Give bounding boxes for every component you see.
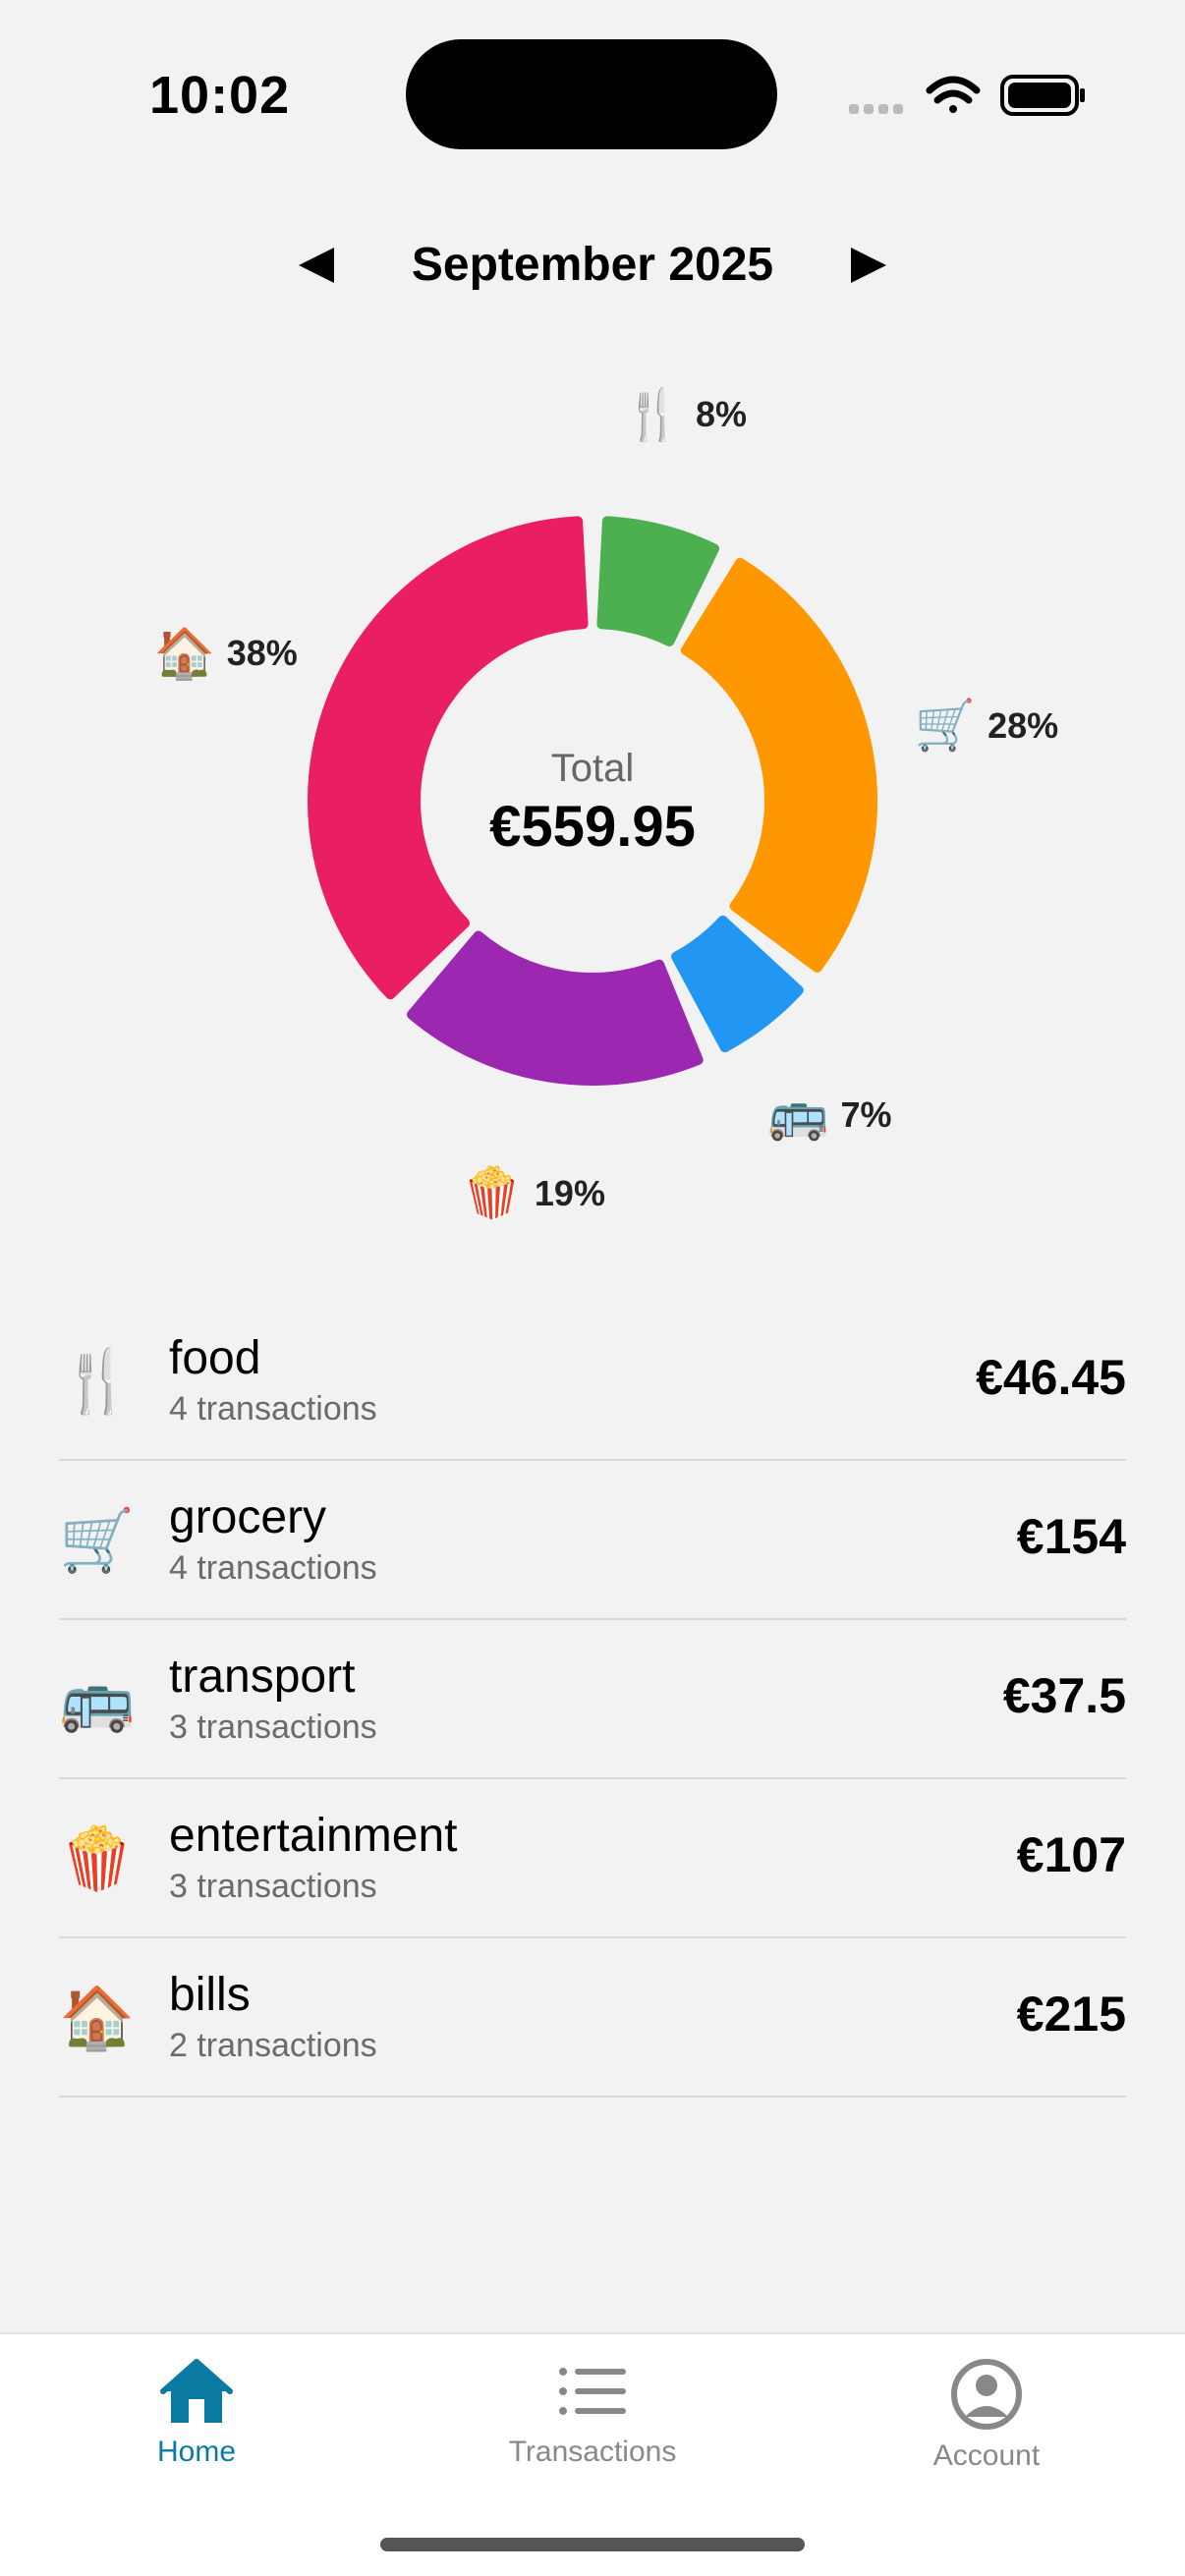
transaction-count: 2 transactions [169,2027,377,2064]
category-name: bills [169,1969,251,2021]
category-row-entertainment[interactable]: 🍿 entertainment 3 transactions €107 [59,1779,1126,1938]
transport-category-icon: 🚌 [59,1666,136,1734]
category-list: 🍴 food 4 transactions €46.45 🛒 grocery 4 trans… [59,1302,1126,2098]
grocery-category-icon: 🛒 [59,1507,136,1575]
battery-icon [1000,75,1085,116]
transaction-count: 3 transactions [169,1868,377,1905]
status-bar: 10:02 [0,0,1185,196]
wifi-icon [926,76,981,113]
entertainment-icon: 🍿 [461,1165,523,1220]
category-row-food[interactable]: 🍴 food 4 transactions €46.45 [59,1302,1126,1461]
category-amount: €37.5 [1002,1668,1126,1723]
slice-label-food: 🍴 8% [623,386,747,444]
slice-percent: 7% [840,1093,892,1135]
spending-donut-chart: 🍴 8% 🛒 28% 🚌 7% 🍿 19% 🏠 38% Total €559.95 [0,373,1185,1258]
tab-transactions-label: Transactions [508,2436,677,2468]
donut-slice-entertainment[interactable] [407,930,704,1086]
category-row-grocery[interactable]: 🛒 grocery 4 transactions €154 [59,1461,1126,1620]
food-icon: 🍴 [622,386,684,442]
category-name: grocery [169,1491,327,1543]
category-name: food [169,1332,261,1384]
transaction-count: 4 transactions [169,1549,377,1587]
category-amount: €154 [1016,1509,1126,1564]
category-row-bills[interactable]: 🏠 bills 2 transactions €215 [59,1938,1126,2098]
category-name: entertainment [169,1810,458,1862]
slice-label-transport: 🚌 7% [767,1086,891,1144]
transaction-count: 4 transactions [169,1390,377,1428]
month-title: September 2025 [411,239,774,291]
bills-icon: 🏠 [153,625,215,681]
status-icons [849,75,1085,116]
signal-icon [849,104,903,114]
tab-account[interactable]: Account [869,2358,1104,2473]
transaction-count: 3 transactions [169,1708,377,1746]
bills-category-icon: 🏠 [59,1985,136,2052]
tab-transactions[interactable]: Transactions [475,2358,710,2469]
home-indicator [380,2538,805,2551]
total-caption: Total [550,747,635,790]
category-amount: €46.45 [976,1350,1126,1405]
category-row-transport[interactable]: 🚌 transport 3 transactions €37.5 [59,1620,1126,1779]
slice-percent: 19% [534,1172,605,1213]
total-value: €559.95 [489,795,696,859]
month-navigator: September 2025 [0,228,1185,307]
slice-percent: 28% [988,704,1059,746]
category-amount: €107 [1016,1827,1126,1882]
next-month-icon[interactable] [847,246,890,285]
category-amount: €215 [1016,1987,1126,2042]
account-icon [951,2359,1022,2430]
tab-home-label: Home [156,2436,237,2468]
category-name: transport [169,1651,356,1703]
tab-home[interactable]: Home [79,2358,314,2469]
slice-label-entertainment: 🍿 19% [462,1164,605,1222]
home-icon [160,2359,233,2423]
list-icon [559,2368,626,2415]
entertainment-category-icon: 🍿 [59,1825,136,1893]
transport-icon: 🚌 [767,1087,829,1142]
food-category-icon: 🍴 [59,1348,136,1416]
slice-percent: 8% [695,394,748,435]
tab-account-label: Account [932,2439,1041,2472]
slice-label-bills: 🏠 38% [153,625,297,683]
slice-percent: 38% [226,633,298,674]
